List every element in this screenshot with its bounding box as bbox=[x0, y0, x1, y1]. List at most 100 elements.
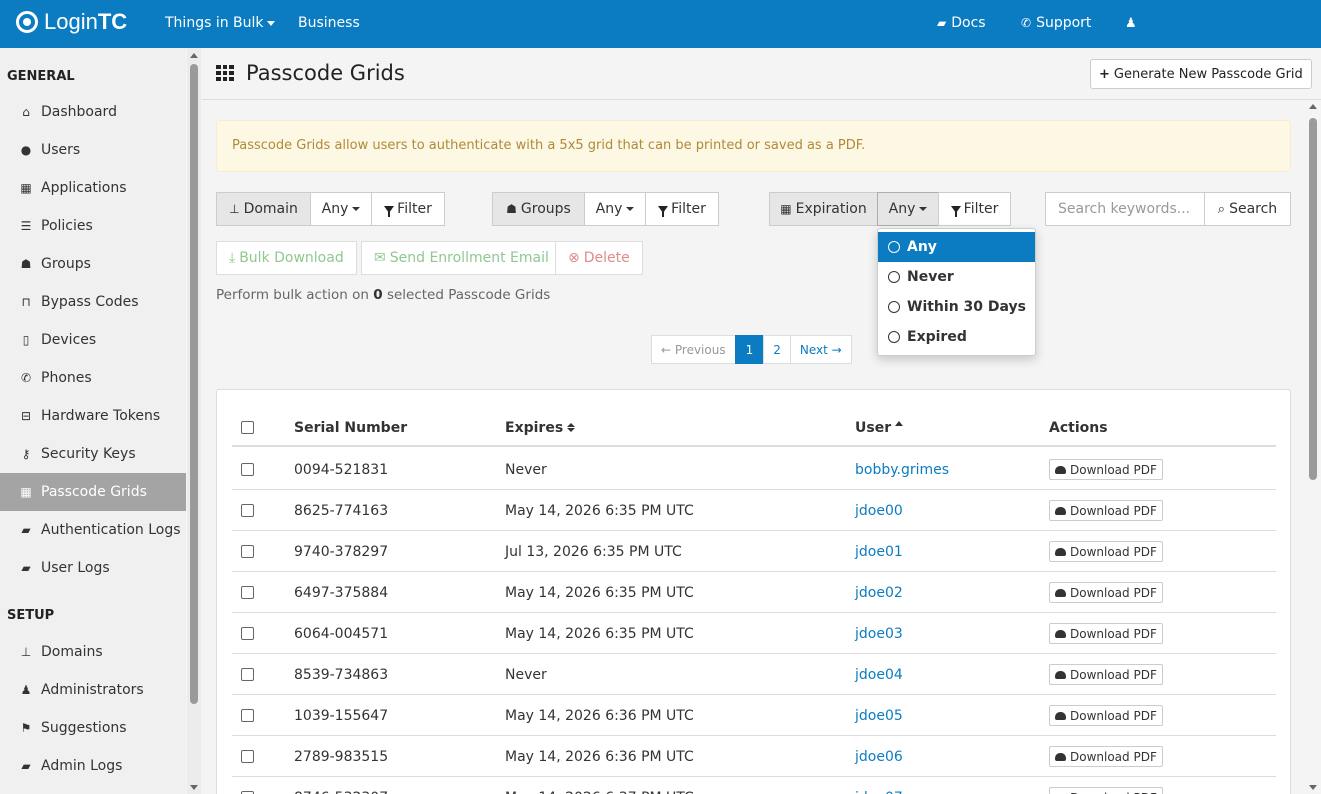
pagination: ← Previous 1 2 Next → bbox=[651, 335, 852, 364]
expiration-option-expired[interactable]: Expired bbox=[878, 322, 1035, 352]
actions-cell: Download PDF bbox=[1049, 695, 1163, 736]
table-header: Serial Number Expires User Actions bbox=[232, 408, 1276, 447]
row-checkbox[interactable] bbox=[241, 695, 254, 736]
sidebar-item-security-keys[interactable]: ⚷ Security Keys bbox=[0, 435, 186, 473]
org-dropdown[interactable]: Things in Bulk bbox=[165, 15, 275, 31]
group-icon: ☗ bbox=[20, 257, 32, 271]
expiration-option-within-30-days[interactable]: Within 30 Days bbox=[878, 292, 1035, 322]
row-checkbox[interactable] bbox=[241, 531, 254, 572]
sidebar-item-devices[interactable]: ▯ Devices bbox=[0, 321, 186, 359]
scroll-down-arrow-icon[interactable] bbox=[1309, 785, 1317, 790]
page-1-button[interactable]: 1 bbox=[734, 335, 765, 364]
sidebar-item-policies[interactable]: ☰ Policies bbox=[0, 207, 186, 245]
sidebar-item-admin-logs[interactable]: ▰ Admin Logs bbox=[0, 747, 186, 785]
send-enrollment-email-button[interactable]: ✉ Send Enrollment Email bbox=[361, 241, 562, 275]
row-checkbox[interactable] bbox=[241, 572, 254, 613]
domain-any-dropdown[interactable]: Any bbox=[310, 192, 372, 226]
row-checkbox[interactable] bbox=[241, 777, 254, 794]
groups-any-dropdown[interactable]: Any bbox=[584, 192, 646, 226]
download-pdf-button[interactable]: Download PDF bbox=[1049, 705, 1163, 726]
sidebar-item-phones[interactable]: ✆ Phones bbox=[0, 359, 186, 397]
expires-cell: May 14, 2026 6:35 PM UTC bbox=[505, 502, 694, 519]
sidebar-item-applications[interactable]: ▦ Applications bbox=[0, 169, 186, 207]
sidebar-item-passcode-grids[interactable]: ▦ Passcode Grids bbox=[0, 473, 186, 511]
docs-link[interactable]: ▰ Docs bbox=[937, 15, 986, 31]
sidebar-item-label: Bypass Codes bbox=[41, 294, 139, 310]
caret-down-icon bbox=[919, 207, 928, 211]
sidebar-item-dashboard[interactable]: ⌂ Dashboard bbox=[0, 93, 186, 131]
download-pdf-button[interactable]: Download PDF bbox=[1049, 541, 1163, 562]
bulk-download-button[interactable]: ⤓ Bulk Download bbox=[216, 241, 357, 275]
mobile-icon: ▯ bbox=[22, 333, 30, 347]
user-link[interactable]: bobby.grimes bbox=[855, 449, 949, 490]
user-link[interactable]: jdoe03 bbox=[855, 613, 903, 654]
row-checkbox[interactable] bbox=[241, 654, 254, 695]
sidebar-item-label: Hardware Tokens bbox=[41, 408, 161, 424]
sidebar-item-suggestions[interactable]: ⚑ Suggestions bbox=[0, 709, 186, 747]
sidebar-item-groups[interactable]: ☗ Groups bbox=[0, 245, 186, 283]
header-expires[interactable]: Expires bbox=[505, 408, 576, 447]
user-link[interactable]: jdoe04 bbox=[855, 654, 903, 695]
download-pdf-label: Download PDF bbox=[1070, 585, 1157, 600]
search-input[interactable]: Search keywords... bbox=[1045, 192, 1205, 226]
user-link[interactable]: jdoe01 bbox=[855, 531, 903, 572]
previous-page-button[interactable]: ← Previous bbox=[651, 335, 736, 364]
user-link[interactable]: jdoe05 bbox=[855, 695, 903, 736]
sidebar-item-hardware-tokens[interactable]: ⊟ Hardware Tokens bbox=[0, 397, 186, 435]
scroll-up-arrow-icon[interactable] bbox=[1309, 104, 1317, 109]
row-checkbox[interactable] bbox=[241, 449, 254, 490]
delete-button[interactable]: ⊗ Delete bbox=[555, 241, 643, 275]
sidebar-item-administrators[interactable]: ♟ Administrators bbox=[0, 671, 186, 709]
sidebar-item-label: Groups bbox=[41, 256, 91, 272]
search-button[interactable]: ⌕ Search bbox=[1204, 192, 1291, 226]
main-scrollbar-thumb[interactable] bbox=[1309, 118, 1317, 480]
download-pdf-button[interactable]: Download PDF bbox=[1049, 787, 1163, 794]
sidebar-item-domains[interactable]: ⊥ Domains bbox=[0, 633, 186, 671]
sidebar-scrollbar-thumb[interactable] bbox=[190, 64, 198, 704]
scroll-up-arrow-icon[interactable] bbox=[190, 53, 198, 58]
expiration-option-never[interactable]: Never bbox=[878, 262, 1035, 292]
groups-filter-button[interactable]: Filter bbox=[645, 192, 719, 226]
sidebar-item-users[interactable]: ● Users bbox=[0, 131, 186, 169]
download-pdf-button[interactable]: Download PDF bbox=[1049, 582, 1163, 603]
domain-filter-button[interactable]: Filter bbox=[371, 192, 445, 226]
header-user-label: User bbox=[855, 419, 892, 436]
support-link[interactable]: ✆ Support bbox=[1021, 15, 1091, 31]
download-pdf-button[interactable]: Download PDF bbox=[1049, 500, 1163, 521]
generate-passcode-grid-button[interactable]: + Generate New Passcode Grid bbox=[1090, 59, 1312, 89]
user-link[interactable]: jdoe00 bbox=[855, 490, 903, 531]
user-link[interactable]: jdoe06 bbox=[855, 736, 903, 777]
header-user[interactable]: User bbox=[855, 408, 904, 447]
business-link[interactable]: Business bbox=[298, 15, 360, 31]
download-pdf-button[interactable]: Download PDF bbox=[1049, 746, 1163, 767]
sidebar-item-user-logs[interactable]: ▰ User Logs bbox=[0, 549, 186, 587]
sidebar-scrollbar[interactable] bbox=[187, 48, 201, 794]
expiration-any-dropdown[interactable]: Any bbox=[877, 192, 939, 226]
actions-cell: Download PDF bbox=[1049, 490, 1163, 531]
row-checkbox[interactable] bbox=[241, 613, 254, 654]
table-row: 8539-734863 Never jdoe04 Download PDF bbox=[232, 654, 1276, 695]
expiration-option-any[interactable]: Any bbox=[878, 232, 1035, 262]
header-serial-number[interactable]: Serial Number bbox=[294, 408, 407, 447]
expiration-filter-button[interactable]: Filter bbox=[938, 192, 1011, 226]
table-row: 6064-004571 May 14, 2026 6:35 PM UTC jdoe0… bbox=[232, 613, 1276, 654]
sidebar-item-authentication-logs[interactable]: ▰ Authentication Logs bbox=[0, 511, 186, 549]
account-menu[interactable]: ♟ bbox=[1125, 15, 1137, 31]
next-page-button[interactable]: Next → bbox=[789, 335, 852, 364]
logintc-logo[interactable]: Login TC bbox=[16, 9, 127, 35]
download-pdf-button[interactable]: Download PDF bbox=[1049, 623, 1163, 644]
user-link[interactable]: jdoe02 bbox=[855, 572, 903, 613]
sidebar-item-bypass-codes[interactable]: ⊓ Bypass Codes bbox=[0, 283, 186, 321]
scroll-down-arrow-icon[interactable] bbox=[190, 785, 198, 790]
passcode-grids-table-panel: Serial Number Expires User Actions 0094-… bbox=[216, 389, 1291, 794]
row-checkbox[interactable] bbox=[241, 490, 254, 531]
select-all-checkbox[interactable] bbox=[241, 408, 254, 447]
download-pdf-button[interactable]: Download PDF bbox=[1049, 459, 1163, 480]
download-pdf-button[interactable]: Download PDF bbox=[1049, 664, 1163, 685]
main-scrollbar[interactable] bbox=[1306, 100, 1321, 794]
user-link[interactable]: jdoe07 bbox=[855, 777, 903, 794]
logo-login-text: Login bbox=[44, 9, 98, 34]
grid-icon bbox=[216, 65, 234, 81]
row-checkbox[interactable] bbox=[241, 736, 254, 777]
page-2-button[interactable]: 2 bbox=[763, 335, 791, 364]
